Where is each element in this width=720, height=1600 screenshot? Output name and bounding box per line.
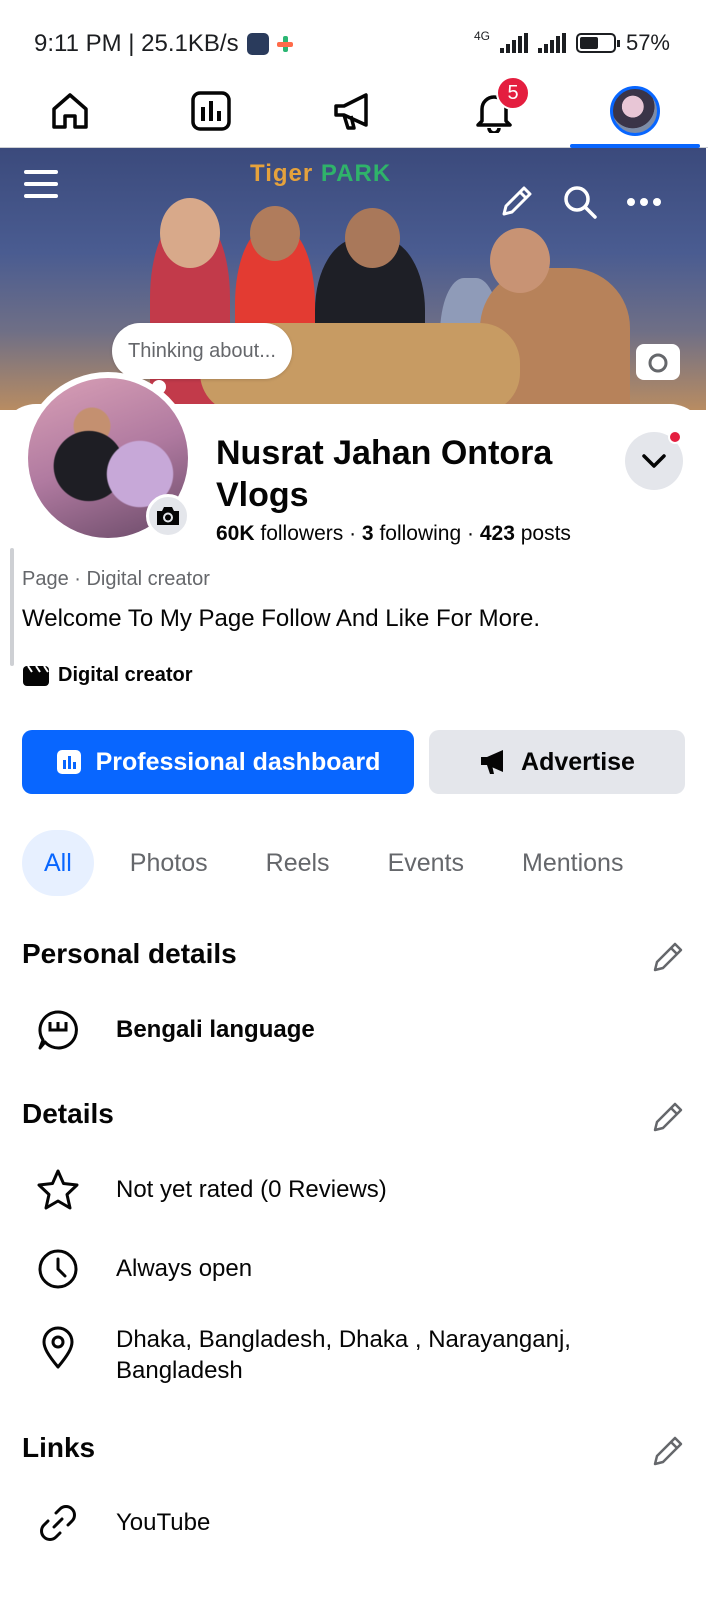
edit-details-button[interactable]: [648, 1097, 688, 1137]
cover-camera-button[interactable]: [636, 344, 680, 380]
details-title: Details: [22, 1098, 114, 1129]
pencil-icon: [653, 1102, 683, 1132]
location-row[interactable]: Dhaka, Bangladesh, Dhaka , Narayanganj, …: [36, 1326, 571, 1384]
status-bar: 9:11 PM | 25.1KB/s 4G 57%: [0, 0, 720, 80]
rating-row[interactable]: Not yet rated (0 Reviews): [36, 1168, 387, 1212]
camera-icon: [648, 353, 668, 373]
dashboard-icon: [56, 750, 81, 774]
status-thinking-bubble[interactable]: Thinking about...: [112, 323, 292, 379]
location-pin-icon: [36, 1326, 80, 1370]
profile-stats: 60K followers · 3 following · 423 posts: [216, 522, 571, 545]
posts-label: posts: [520, 522, 571, 545]
link-icon: [36, 1501, 80, 1545]
nav-profile[interactable]: [585, 76, 685, 146]
app-notification-icon-2: [276, 36, 293, 52]
nav-home[interactable]: [20, 76, 120, 146]
chevron-down-icon: [642, 454, 666, 468]
youtube-link-text: YouTube: [116, 1509, 211, 1536]
cover-sign: Tiger PARK: [250, 160, 392, 187]
hamburger-menu-icon: [24, 170, 58, 198]
pencil-icon: [653, 942, 683, 972]
search-button[interactable]: [558, 180, 602, 224]
megaphone-icon: [334, 93, 368, 130]
battery-icon: [575, 33, 620, 53]
page-bio: Welcome To My Page Follow And Like For M…: [22, 605, 540, 632]
language-text: Bengali language: [116, 1016, 315, 1043]
following-label[interactable]: following: [379, 522, 461, 545]
signal-icon-2: [537, 33, 566, 53]
top-navigation: 5: [0, 76, 708, 148]
battery-level: 57%: [625, 30, 670, 55]
search-icon: [564, 186, 597, 219]
hours-row: Always open: [36, 1247, 252, 1291]
followers-count: 60K: [216, 522, 255, 545]
tab-reels[interactable]: Reels: [244, 830, 352, 896]
following-count: 3: [361, 522, 374, 545]
cover-photo[interactable]: Tiger PARK: [0, 148, 706, 410]
profile-tabs: All Photos Reels Events Mentions: [22, 830, 659, 896]
creator-category-row: Digital creator: [22, 664, 192, 687]
tab-events[interactable]: Events: [366, 830, 486, 896]
location-text: Dhaka, Bangladesh, Dhaka , Narayanganj,: [116, 1326, 571, 1353]
language-row: Bengali language: [36, 1008, 315, 1052]
network-type: 4G: [473, 29, 490, 43]
clock-icon: [36, 1247, 80, 1291]
thinking-text: Thinking about...: [128, 339, 276, 362]
status-left: 9:11 PM | 25.1KB/s: [34, 30, 293, 58]
advertise-label: Advertise: [521, 747, 635, 776]
professional-dashboard-button[interactable]: Professional dashboard: [22, 730, 414, 794]
dropdown-notification-dot: [668, 430, 682, 444]
scroll-indicator: [10, 548, 14, 666]
menu-button[interactable]: [20, 162, 64, 206]
tab-all[interactable]: All: [22, 830, 94, 896]
more-dots-icon: [627, 198, 661, 206]
signal-icon: [499, 33, 528, 53]
speech-bubble-icon: [36, 1008, 80, 1052]
hours-text: Always open: [116, 1255, 253, 1282]
advertise-button[interactable]: Advertise: [429, 730, 685, 794]
location-text-line-2: Bangladesh: [116, 1357, 243, 1384]
app-notification-icon: [246, 33, 269, 55]
nav-ads[interactable]: [303, 76, 403, 146]
camera-icon: [157, 507, 179, 525]
profile-avatar-thumbnail: [610, 86, 660, 136]
home-icon: [52, 93, 88, 129]
pencil-icon: [653, 1436, 683, 1466]
links-title: Links: [22, 1432, 96, 1463]
posts-count: 423: [479, 522, 515, 545]
nav-notifications[interactable]: 5: [444, 76, 544, 146]
star-icon: [36, 1168, 80, 1212]
profile-picture-camera-button[interactable]: [146, 494, 190, 538]
youtube-link-row[interactable]: YouTube: [36, 1501, 210, 1545]
dashboard-label: Professional dashboard: [95, 747, 381, 776]
edit-personal-details-button[interactable]: [648, 937, 688, 977]
megaphone-icon: [481, 750, 504, 774]
page-category: Page · Digital creator: [22, 568, 210, 590]
more-options-button[interactable]: [622, 180, 666, 224]
followers-label[interactable]: followers: [260, 522, 343, 545]
page-title: Nusrat Jahan Ontora Vlogs: [216, 434, 553, 514]
pencil-icon: [502, 186, 532, 216]
clapperboard-icon: [23, 664, 49, 686]
creator-label: Digital creator: [58, 664, 193, 686]
rating-text: Not yet rated (0 Reviews): [116, 1176, 387, 1203]
status-right: 4G 57%: [474, 30, 670, 56]
edit-links-button[interactable]: [648, 1431, 688, 1471]
status-time: 9:11 PM | 25.1KB/s: [34, 30, 239, 57]
tab-photos[interactable]: Photos: [108, 830, 230, 896]
nav-dashboard[interactable]: [161, 76, 261, 146]
notification-badge: 5: [496, 76, 530, 110]
edit-cover-button[interactable]: [494, 180, 538, 224]
tab-mentions[interactable]: Mentions: [500, 830, 645, 896]
dashboard-icon: [191, 91, 231, 131]
personal-details-title: Personal details: [22, 938, 237, 969]
